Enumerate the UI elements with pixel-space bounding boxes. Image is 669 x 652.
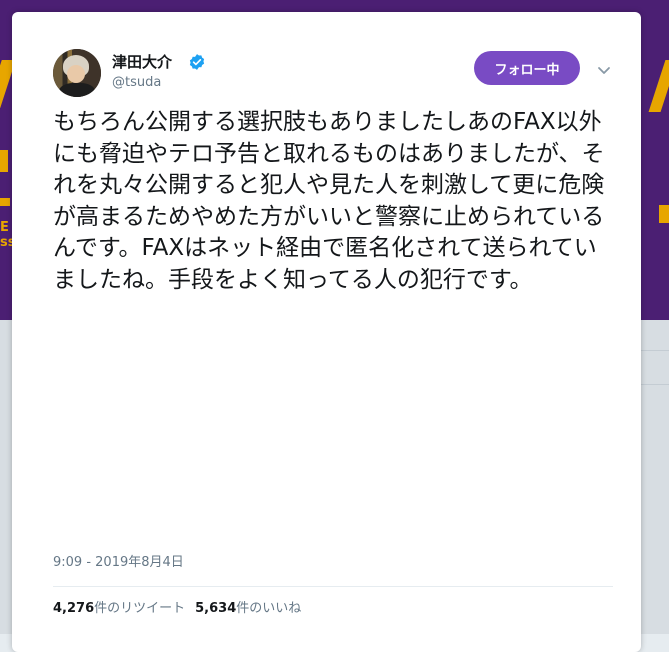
like-count: 5,634 (195, 601, 237, 616)
verified-badge-icon (189, 54, 205, 70)
banner-accent-stripe (0, 150, 8, 172)
retweet-count: 4,276 (53, 601, 95, 616)
avatar-body (59, 83, 95, 97)
background-divider (641, 350, 669, 351)
background-divider (641, 384, 669, 385)
author-handle[interactable]: @tsuda (112, 74, 161, 92)
background-left-panel (0, 320, 12, 634)
banner-accent-stripe (659, 205, 669, 223)
retweet-label: 件のリツイート (94, 601, 186, 616)
banner-accent-stripe (648, 60, 669, 112)
tweet-timestamp[interactable]: 9:09 - 2019年8月4日 (53, 554, 184, 572)
author-name[interactable]: 津田大介 (112, 52, 172, 72)
tweet-text: もちろん公開する選択肢もありましたしあのFAX以外にも脅迫やテロ予告と取れるもの… (53, 109, 605, 293)
retweet-stat[interactable]: 4,276件のリツイート (53, 601, 185, 616)
tweet-card: 津田大介 @tsuda フォロー中 もちろん公開する選択肢もありましたしあのFA… (12, 12, 641, 652)
divider (53, 586, 613, 587)
chevron-down-icon[interactable] (596, 62, 612, 78)
like-stat[interactable]: 5,634件のいいね (195, 601, 301, 616)
avatar-face (67, 65, 85, 83)
tweet-stats: 4,276件のリツイート 5,634件のいいね (53, 600, 301, 618)
banner-accent-stripe (0, 198, 10, 206)
background-right-panel (641, 320, 669, 634)
like-label: 件のいいね (236, 601, 302, 616)
following-button[interactable]: フォロー中 (474, 51, 580, 85)
avatar[interactable] (53, 49, 101, 97)
